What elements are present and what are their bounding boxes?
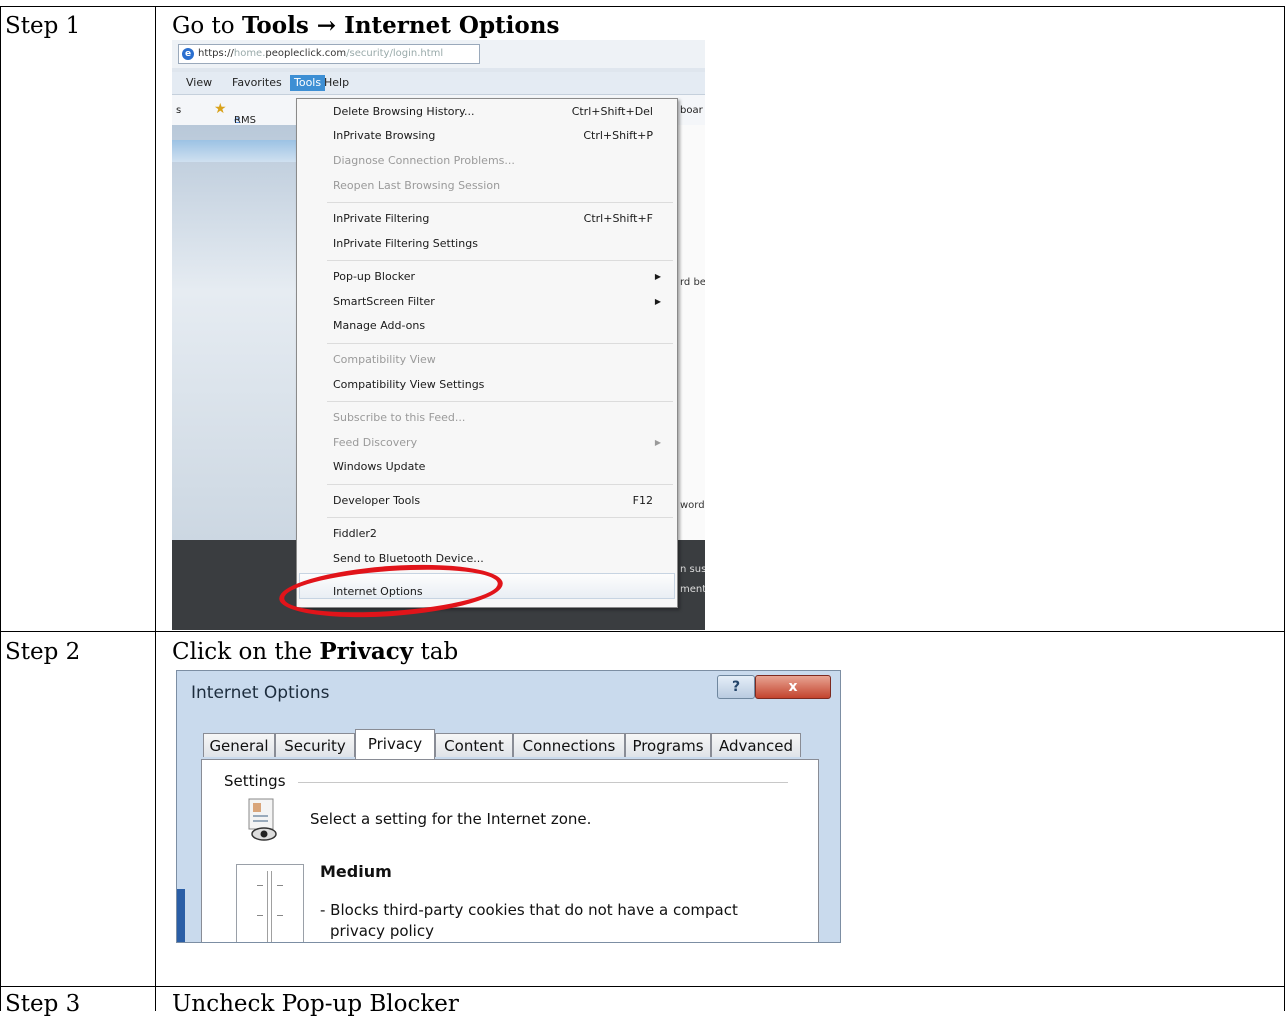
- menu-item-manage-addons[interactable]: Manage Add-ons: [333, 319, 425, 332]
- step-instruction: Click on the Privacy tab: [172, 638, 459, 665]
- close-button[interactable]: x: [755, 675, 831, 699]
- step-label: Step 3: [5, 991, 81, 1017]
- menu-tools[interactable]: Tools: [290, 75, 326, 91]
- favorites-fragment: s: [176, 105, 182, 116]
- tools-dropdown-menu: Delete Browsing History... Ctrl+Shift+De…: [296, 98, 678, 608]
- settings-group-label: Settings: [224, 772, 292, 790]
- page-text-fragment: ment: [680, 584, 705, 595]
- menu-item-inprivate-filtering-settings[interactable]: InPrivate Filtering Settings: [333, 237, 478, 250]
- privacy-level-name: Medium: [320, 862, 392, 881]
- slider-tick: [257, 885, 263, 886]
- help-button[interactable]: ?: [717, 675, 755, 699]
- privacy-level-slider[interactable]: [236, 864, 304, 942]
- menu-separator: [327, 401, 673, 402]
- menu-item-feed-discovery: Feed Discovery: [333, 436, 418, 449]
- submenu-arrow-icon: ▶: [654, 272, 661, 281]
- menu-item-compatibility-view: Compatibility View: [333, 353, 436, 366]
- menu-item-popup-blocker[interactable]: Pop-up Blocker: [333, 270, 415, 283]
- menu-item-inprivate-browsing[interactable]: InPrivate Browsing: [333, 129, 435, 142]
- menu-item-send-bluetooth[interactable]: Send to Bluetooth Device...: [333, 552, 484, 565]
- menu-separator: [327, 343, 673, 344]
- menu-favorites[interactable]: Favorites: [232, 75, 282, 91]
- tab-security[interactable]: Security: [275, 733, 355, 757]
- submenu-arrow-icon: ▶: [654, 438, 661, 447]
- slider-tick: [257, 915, 263, 916]
- menu-item-delete-history[interactable]: Delete Browsing History...: [333, 105, 475, 118]
- page-text-fragment: word: [680, 500, 705, 511]
- menu-item-diagnose: Diagnose Connection Problems...: [333, 154, 515, 167]
- page-text-fragment: n sus: [680, 564, 705, 575]
- privacy-document-eye-icon: [248, 798, 277, 841]
- row-divider-2: [0, 986, 1285, 987]
- menu-item-smartscreen[interactable]: SmartScreen Filter: [333, 295, 435, 308]
- tab-content[interactable]: Content: [435, 733, 513, 757]
- favorites-fragment: boar: [680, 105, 703, 116]
- menu-item-reopen-session: Reopen Last Browsing Session: [333, 179, 501, 192]
- address-field[interactable]: e https://home.peopleclick.com/security/l…: [178, 44, 480, 64]
- internet-options-screenshot: Internet Options ? x General Security Pr…: [176, 670, 841, 943]
- step-instruction: Uncheck Pop-up Blocker: [172, 991, 459, 1017]
- menu-separator: [327, 517, 673, 518]
- menu-item-subscribe-feed: Subscribe to this Feed...: [333, 411, 466, 424]
- privacy-level-description: privacy policy: [330, 922, 434, 940]
- zone-prompt: Select a setting for the Internet zone.: [310, 810, 592, 828]
- menu-item-inprivate-filtering[interactable]: InPrivate Filtering: [333, 212, 429, 225]
- page-text-fragment: rd be: [680, 277, 705, 288]
- row-divider-1: [0, 631, 1285, 632]
- menu-separator: [327, 484, 673, 485]
- privacy-panel: Settings Select a setting for the Intern…: [201, 759, 819, 942]
- group-divider: [298, 782, 788, 783]
- submenu-arrow-icon: ▶: [654, 297, 661, 306]
- menu-separator: [327, 202, 673, 203]
- shortcut: Ctrl+Shift+P: [583, 129, 653, 142]
- tab-privacy[interactable]: Privacy: [355, 729, 435, 759]
- slider-tick: [277, 885, 283, 886]
- menu-help[interactable]: Help: [324, 75, 349, 91]
- table-left-border: [0, 6, 1, 1011]
- slider-tick: [277, 915, 283, 916]
- menu-view[interactable]: View: [186, 75, 212, 91]
- step-label: Step 2: [5, 639, 81, 665]
- menu-bar: View Favorites Tools Help: [172, 72, 705, 95]
- menu-item-compatibility-settings[interactable]: Compatibility View Settings: [333, 378, 484, 391]
- menu-item-windows-update[interactable]: Windows Update: [333, 460, 425, 473]
- step-label: Step 1: [5, 13, 81, 39]
- address-bar: e https://home.peopleclick.com/security/l…: [172, 40, 705, 68]
- tools-menu-screenshot: e https://home.peopleclick.com/security/l…: [172, 40, 705, 630]
- table-top-border: [0, 6, 1285, 7]
- shortcut: Ctrl+Shift+Del: [571, 105, 653, 118]
- dialog-title: Internet Options: [191, 683, 330, 703]
- tab-general[interactable]: General: [203, 733, 275, 757]
- tab-advanced[interactable]: Advanced: [711, 733, 801, 757]
- menu-item-developer-tools[interactable]: Developer Tools: [333, 494, 420, 507]
- tab-connections[interactable]: Connections: [513, 733, 625, 757]
- menu-separator: [327, 260, 673, 261]
- column-divider: [155, 6, 156, 1011]
- shortcut: Ctrl+Shift+F: [583, 212, 653, 225]
- favorites-star-icon[interactable]: ★: [214, 101, 227, 117]
- shortcut: F12: [632, 494, 653, 507]
- ie-page-icon: e: [182, 48, 194, 60]
- slider-track: [267, 871, 272, 942]
- menu-item-fiddler2[interactable]: Fiddler2: [333, 527, 377, 540]
- window-edge: [177, 889, 185, 942]
- tab-programs[interactable]: Programs: [625, 733, 711, 757]
- step-instruction: Go to Tools → Internet Options: [172, 12, 560, 39]
- privacy-level-description: - Blocks third-party cookies that do not…: [320, 901, 738, 919]
